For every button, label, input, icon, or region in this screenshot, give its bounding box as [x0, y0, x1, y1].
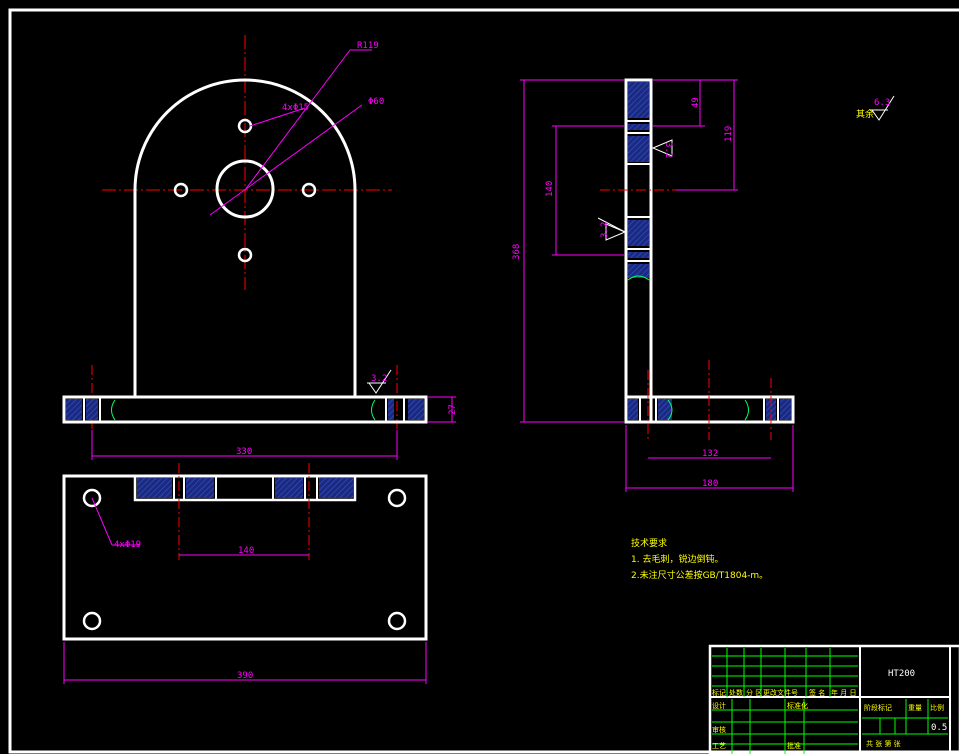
dim-140-side: 140 [545, 181, 555, 197]
general-roughness-value: 6.3 [874, 98, 890, 108]
tech-req-title: 技术要求 [631, 537, 667, 549]
corner-hole-br [387, 611, 407, 631]
general-roughness-label: 其余 [856, 108, 874, 120]
tb-h-sign: 签 名 [809, 688, 825, 697]
tb-sheets: 共 张 第 张 [866, 739, 901, 748]
tb-h-mark: 标记 [712, 688, 726, 697]
top-view [62, 463, 428, 684]
dim-r119: R119 [357, 41, 379, 51]
tb-h-zone: 分 区 [746, 688, 762, 697]
dim-180: 180 [702, 479, 718, 489]
dim-4x19: 4xΦ19 [114, 540, 141, 550]
side-upright [624, 78, 653, 424]
dim-140-top: 140 [238, 546, 254, 556]
roughness-base: 3.2 [371, 374, 387, 384]
dim-27: 27 [448, 404, 458, 415]
tb-r-process: 工艺 [712, 742, 726, 750]
tb-r-approve: 批准 [787, 741, 801, 750]
tb-h-doc: 更改文件号 [763, 688, 798, 697]
title-scale: 0.5 [931, 723, 947, 733]
dim-119: 119 [724, 126, 734, 142]
cad-drawing-canvas: R119 4xΦ15 Φ60 330 27 3.2 4xΦ19 140 390 … [8, 8, 959, 754]
tb-scale-label: 比例 [930, 703, 944, 712]
corner-hole-tr [387, 488, 407, 508]
roughness-side-1: 3.2 [663, 142, 673, 158]
tb-r-design: 设计 [712, 701, 726, 710]
dim-330: 330 [236, 447, 252, 457]
dim-phi60: Φ60 [368, 97, 384, 107]
dim-390: 390 [237, 671, 253, 681]
tb-h-count: 处数 [729, 688, 743, 697]
tb-weight: 重量 [908, 704, 922, 712]
tb-r-std: 标准化 [787, 701, 808, 710]
dim-368: 368 [512, 244, 522, 260]
tb-h-date: 年 月 日 [831, 688, 856, 697]
tb-stage-mark: 阶段标记 [864, 703, 892, 712]
tech-req-line2: 2.未注尺寸公差按GB/T1804-m。 [631, 569, 768, 581]
dim-132: 132 [702, 449, 718, 459]
drawing-border [8, 8, 959, 754]
tech-req-line1: 1. 去毛刺，锐边倒钝。 [631, 553, 723, 565]
corner-hole-bl [82, 611, 102, 631]
title-block [708, 644, 959, 754]
roughness-side-2: 3.2 [600, 222, 610, 238]
front-view [62, 35, 456, 460]
side-view [520, 78, 795, 492]
dim-4x15: 4xΦ15 [282, 103, 309, 113]
title-material: HT200 [888, 669, 915, 679]
dim-49: 49 [691, 97, 701, 108]
tb-r-audit: 审核 [712, 725, 726, 734]
